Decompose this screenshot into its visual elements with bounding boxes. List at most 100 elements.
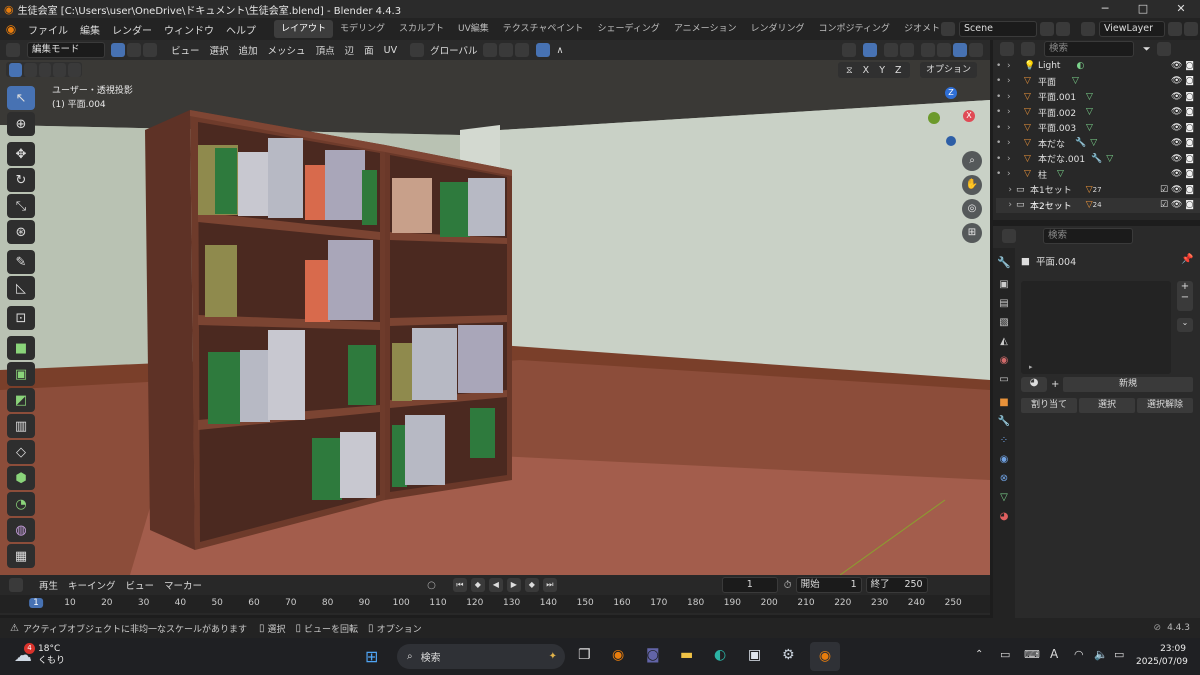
outliner-row[interactable]: • › ▽ 平面.001 ▽ 👁 ◙ — [996, 89, 1200, 105]
face-select-icon[interactable] — [143, 43, 157, 57]
material-shading-icon[interactable] — [953, 43, 967, 57]
menu-edit[interactable]: 編集 — [74, 22, 106, 37]
outliner-row[interactable]: • › ▽ 本だな.001 🔧 ▽ 👁 ◙ — [996, 151, 1200, 167]
axis-z-icon[interactable]: Z — [945, 87, 957, 99]
new-collection-icon[interactable] — [1156, 42, 1171, 56]
select-extend-icon[interactable] — [23, 62, 37, 77]
end-frame-field[interactable]: 終了 250 — [865, 577, 928, 593]
blender-menu-icon[interactable]: ◉ — [0, 22, 22, 36]
clock[interactable]: 23:09 2025/07/09 — [1136, 643, 1188, 669]
tab-texture-paint[interactable]: テクスチャペイント — [496, 20, 591, 38]
next-key-icon[interactable]: ◆ — [524, 578, 539, 592]
annotate-tool-icon[interactable]: ✎ — [7, 250, 35, 274]
tray-chevron-icon[interactable]: ⌃ — [975, 649, 983, 660]
minimize-button[interactable]: ─ — [1086, 0, 1124, 18]
maximize-button[interactable]: □ — [1124, 0, 1162, 18]
tab-shading[interactable]: シェーディング — [590, 20, 666, 38]
bevel-tool-icon[interactable]: ◩ — [7, 388, 35, 412]
menu-keying[interactable]: キーイング — [63, 578, 121, 592]
rotate-tool-icon[interactable]: ↻ — [7, 168, 35, 192]
scene-field[interactable]: Scene — [959, 21, 1037, 37]
constraints-tab-icon[interactable]: ⊗ — [993, 473, 1015, 484]
collection-tab-icon[interactable]: ▭ — [993, 374, 1015, 385]
ime-indicator[interactable]: A — [1050, 647, 1058, 661]
cursor-tool-icon[interactable]: ⊕ — [7, 112, 35, 136]
jump-end-icon[interactable]: ⏭ — [542, 578, 557, 592]
falloff-icon[interactable]: ∧ — [551, 45, 568, 56]
tool-tab-icon[interactable]: 🔧 — [993, 256, 1015, 269]
render-tab-icon[interactable]: ▣ — [993, 279, 1015, 290]
expand-arrow-icon[interactable]: • › — [996, 76, 1024, 86]
new-view-layer-icon[interactable] — [1168, 22, 1182, 36]
overlay-icon[interactable] — [884, 43, 898, 57]
expand-arrow-icon[interactable]: • › — [996, 107, 1024, 117]
select-subtract-icon[interactable] — [38, 62, 52, 77]
proportional-edit-icon[interactable] — [536, 43, 551, 57]
autokey-icon[interactable]: ○ — [427, 580, 436, 591]
expand-arrow-icon[interactable]: › — [996, 185, 1016, 195]
outliner-search[interactable]: 検索 — [1044, 41, 1134, 57]
material-tab-icon[interactable]: ◕ — [993, 511, 1015, 522]
mirror-icon[interactable]: ⧖ — [841, 65, 858, 76]
expand-arrow-icon[interactable]: • › — [996, 92, 1024, 102]
menu-mesh[interactable]: メッシュ — [263, 43, 311, 57]
delete-scene-icon[interactable] — [1056, 22, 1070, 36]
filter-icon[interactable]: ⏷ — [1138, 44, 1156, 55]
windows-start-icon[interactable]: ⊞ — [365, 647, 378, 666]
move-tool-icon[interactable]: ✥ — [7, 142, 35, 166]
prev-key-icon[interactable]: ◆ — [470, 578, 485, 592]
axis-y-icon[interactable] — [928, 112, 940, 124]
snap-target-icon[interactable] — [515, 43, 530, 57]
menu-render[interactable]: レンダー — [106, 22, 158, 37]
orientation-select[interactable]: グローバル — [425, 43, 482, 57]
tab-modeling[interactable]: モデリング — [333, 20, 392, 38]
eye-camera-icons[interactable]: 👁 ◙ — [1171, 107, 1194, 117]
eye-camera-icons[interactable]: 👁 ◙ — [1171, 76, 1194, 86]
poly-build-tool-icon[interactable]: ⬢ — [7, 466, 35, 490]
eye-camera-icons[interactable]: 👁 ◙ — [1171, 92, 1194, 102]
gizmo-icon[interactable] — [863, 43, 877, 57]
select-invert-icon[interactable] — [53, 62, 67, 77]
new-scene-icon[interactable] — [1040, 22, 1054, 36]
snap-icon[interactable] — [499, 43, 514, 57]
expand-arrow-icon[interactable]: • › — [996, 138, 1024, 148]
keyboard-icon[interactable]: ⌨ — [1024, 648, 1040, 661]
delete-view-layer-icon[interactable] — [1184, 22, 1198, 36]
tab-uv-editing[interactable]: UV編集 — [451, 20, 496, 38]
menu-edge[interactable]: 辺 — [340, 43, 360, 57]
eye-camera-icons[interactable]: 👁 ◙ — [1171, 123, 1194, 133]
select-new-icon[interactable] — [9, 62, 22, 77]
menu-add[interactable]: 追加 — [234, 43, 263, 57]
eye-camera-icons[interactable]: 👁 ◙ — [1171, 61, 1194, 71]
pivot-icon[interactable] — [483, 43, 498, 57]
rendered-shading-icon[interactable] — [969, 43, 983, 57]
assign-button[interactable]: 割り当て — [1021, 398, 1077, 413]
axis-neg-z-icon[interactable] — [946, 136, 956, 146]
tab-compositing[interactable]: コンポジティング — [811, 20, 896, 38]
axis-z-toggle[interactable]: Z — [890, 65, 907, 76]
pan-hand-icon[interactable]: ✋ — [962, 175, 982, 195]
expand-arrow-icon[interactable]: › — [996, 200, 1016, 210]
battery-icon[interactable]: ▭ — [1114, 648, 1124, 661]
options-dropdown[interactable]: オプション — [920, 62, 978, 78]
editor-type-icon[interactable] — [6, 43, 20, 57]
menu-help[interactable]: ヘルプ — [220, 22, 262, 37]
select-button[interactable]: 選択 — [1079, 398, 1135, 413]
modifier-tab-icon[interactable]: 🔧 — [993, 416, 1015, 427]
3d-viewport[interactable]: ユーザー・透視投影 (1) 平面.004 Z X ⌕ ✋ ◎ ⊞ ⧖ X Y Z… — [0, 60, 990, 575]
outliner-row[interactable]: • › ▽ 柱 ▽ 👁 ◙ — [996, 167, 1200, 183]
timeline-editor-icon[interactable] — [9, 578, 23, 592]
material-slot-list[interactable]: ▸ — [1021, 281, 1171, 374]
collection-row[interactable]: › ▭ 本1セット ▽ 27 ☑ 👁 ◙ — [996, 182, 1200, 198]
vertex-select-icon[interactable] — [111, 43, 125, 57]
checkbox-eye-camera-icons[interactable]: ☑ 👁 ◙ — [1160, 185, 1194, 195]
visibility-icon[interactable] — [842, 43, 856, 57]
volume-icon[interactable]: 🔈 — [1094, 648, 1108, 661]
outliner-row[interactable]: • › ▽ 平面 ▽ 👁 ◙ — [996, 74, 1200, 90]
scene-icon[interactable] — [941, 22, 955, 36]
menu-playback[interactable]: 再生 — [34, 578, 63, 592]
blender-taskbar-icon[interactable]: ◉ — [612, 647, 624, 663]
world-tab-icon[interactable]: ◉ — [993, 355, 1015, 366]
axis-x-icon[interactable]: X — [963, 110, 975, 122]
jump-start-icon[interactable]: ⏮ — [452, 578, 467, 592]
